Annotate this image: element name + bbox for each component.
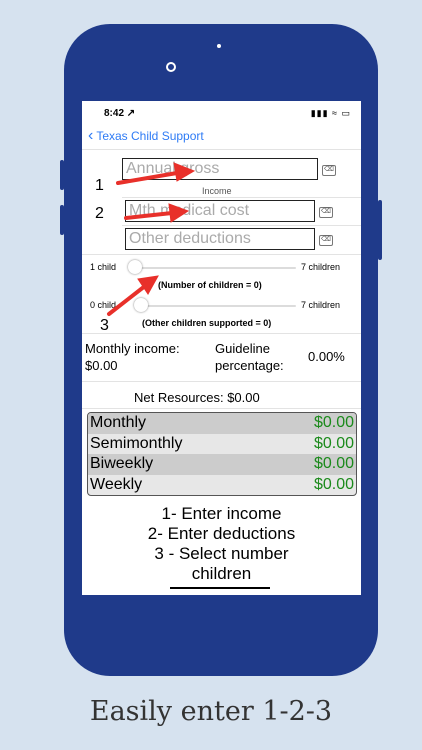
phone-volume-button (60, 160, 64, 190)
camera-icon (166, 62, 176, 72)
sensor-dot (217, 44, 221, 48)
marketing-caption: Easily enter 1-2-3 (89, 696, 333, 727)
annotation-arrow-1-icon (107, 162, 196, 316)
phone-volume-button (60, 205, 64, 235)
phone-side-button (378, 200, 382, 260)
app-screen: 8:42 ↗ ▮▮▮ ≈ ▭ ‹ Texas Child Support Ann… (82, 101, 361, 595)
